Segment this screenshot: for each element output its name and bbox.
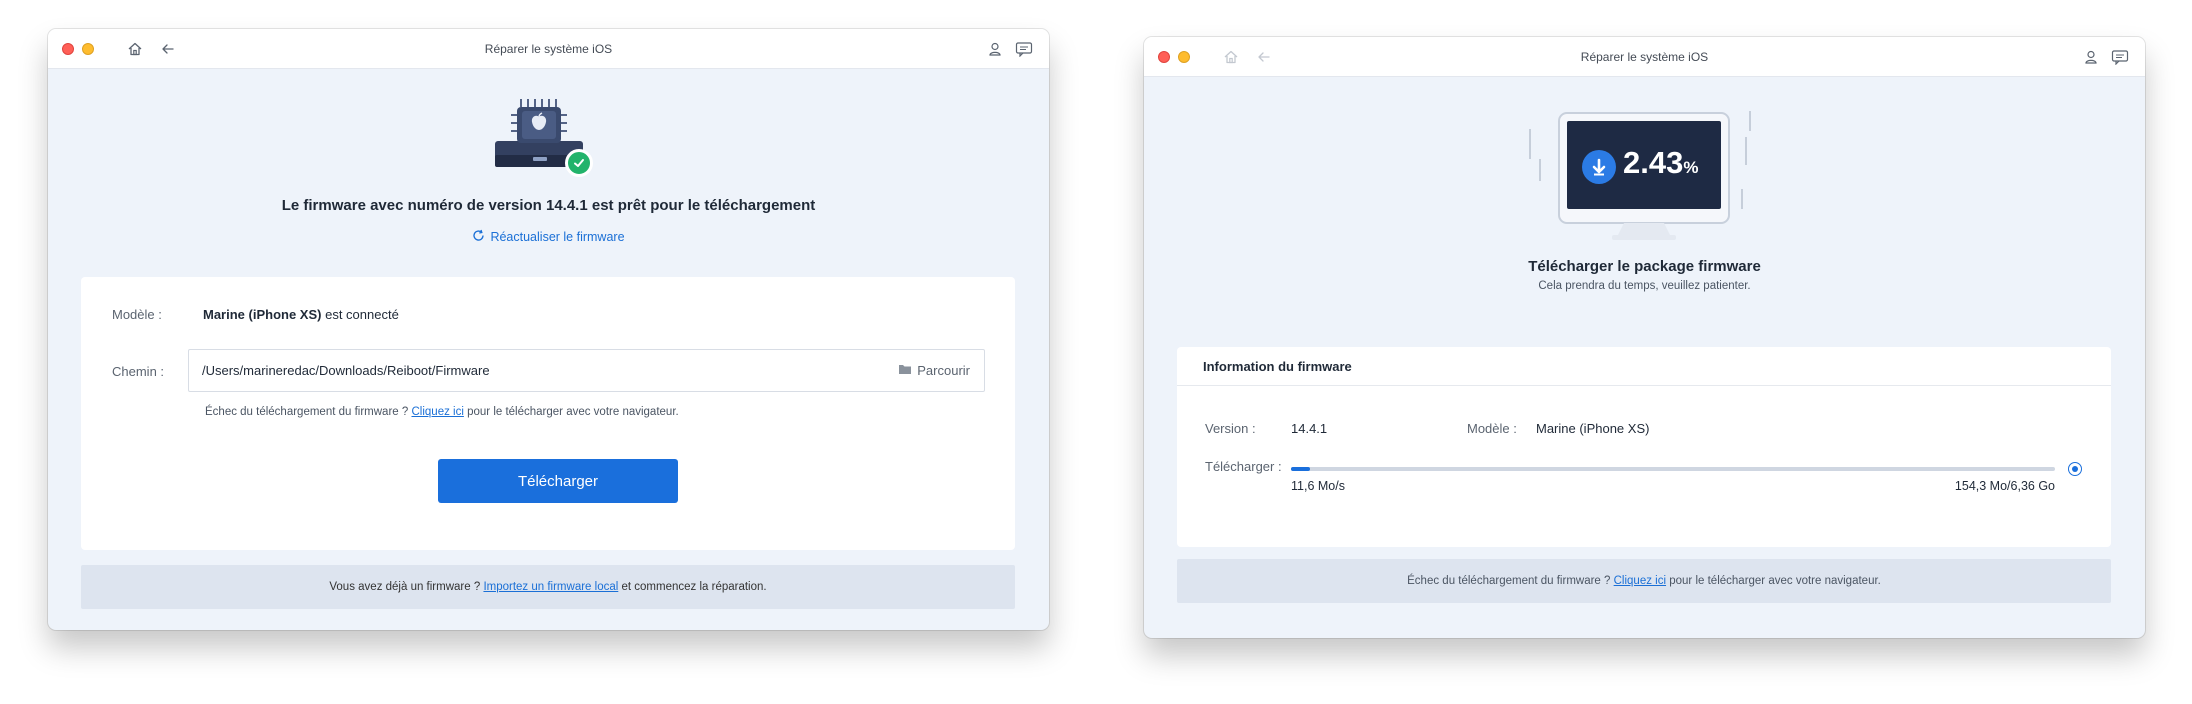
path-label: Chemin : <box>112 364 165 379</box>
pause-dot <box>2072 466 2078 472</box>
fail-text: Échec du téléchargement du firmware ? <box>1407 575 1611 587</box>
info-card-title: Information du firmware <box>1177 347 2111 386</box>
download-button[interactable]: Télécharger <box>438 459 678 503</box>
click-here-link[interactable]: Cliquez ici <box>1614 575 1666 587</box>
model-value: Marine (iPhone XS) est connecté <box>203 307 399 322</box>
firmware-ready-heading: Le firmware avec numéro de version 14.4.… <box>281 197 816 214</box>
model-name: Marine (iPhone XS) <box>203 307 322 322</box>
fail-text: Échec du téléchargement du firmware ? <box>205 406 409 418</box>
titlebar: Réparer le système iOS <box>1144 37 2145 77</box>
model-label: Modèle : <box>112 307 162 322</box>
progress-percent-sign: % <box>1683 158 1699 177</box>
firmware-path-input[interactable]: /Users/marineredac/Downloads/Reiboot/Fir… <box>188 349 985 392</box>
progress-percent-number: 2.43 <box>1623 145 1684 180</box>
refresh-icon <box>472 229 485 245</box>
firmware-details-card: Modèle : Marine (iPhone XS) est connecté… <box>81 277 1015 550</box>
download-progress-label: Télécharger : <box>1205 459 1282 474</box>
version-label: Version : <box>1205 421 1256 436</box>
window-title: Réparer le système iOS <box>1580 50 1709 64</box>
folder-icon <box>898 363 912 378</box>
fail-text-after: pour le télécharger avec votre navigateu… <box>467 406 679 418</box>
download-subheading: Cela prendra du temps, veuillez patiente… <box>1538 280 1751 292</box>
check-icon <box>565 149 593 177</box>
repair-window-downloading: Réparer le système iOS 2.43% Télécharger… <box>1144 37 2145 638</box>
download-speed: 11,6 Mo/s <box>1291 479 1345 493</box>
refresh-firmware-link[interactable]: Réactualiser le firmware <box>48 229 1049 245</box>
browse-button[interactable]: Parcourir <box>898 363 970 378</box>
refresh-firmware-label: Réactualiser le firmware <box>490 230 625 244</box>
browse-label: Parcourir <box>917 363 970 378</box>
click-here-link[interactable]: Cliquez ici <box>411 406 463 418</box>
chat-icon[interactable] <box>1014 39 1034 59</box>
version-value: 14.4.1 <box>1291 421 1328 436</box>
monitor-progress-illustration: 2.43% <box>1524 109 1764 249</box>
model-status: est connecté <box>325 307 399 322</box>
import-local-firmware-bar: Vous avez déjà un firmware ? Importez un… <box>81 565 1015 609</box>
user-icon[interactable] <box>985 39 1005 59</box>
firmware-chip-illustration <box>495 97 597 179</box>
model-label: Modèle : <box>1467 421 1517 436</box>
window-title: Réparer le système iOS <box>484 42 613 56</box>
footer-text: Vous avez déjà un firmware ? <box>329 581 481 593</box>
fail-text-after: pour le télécharger avec votre navigateu… <box>1669 575 1881 587</box>
user-icon[interactable] <box>2081 47 2101 67</box>
repair-window-firmware-ready: Réparer le système iOS Le firmware avec … <box>48 29 1049 630</box>
download-heading: Télécharger le package firmware <box>1528 258 1761 275</box>
titlebar: Réparer le système iOS <box>48 29 1049 69</box>
import-local-firmware-link[interactable]: Importez un firmware local <box>483 581 618 593</box>
firmware-info-card: Information du firmware Version : 14.4.1… <box>1177 347 2111 547</box>
download-progress-bar <box>1291 467 2055 471</box>
progress-percent-readout: 2.43% <box>1623 145 1698 181</box>
footer-text-after: et commencez la réparation. <box>621 581 767 593</box>
chat-icon[interactable] <box>2110 47 2130 67</box>
model-value: Marine (iPhone XS) <box>1536 421 1650 436</box>
download-arrow-icon <box>1582 150 1616 184</box>
pause-download-button[interactable] <box>2068 462 2082 476</box>
download-failure-bar: Échec du téléchargement du firmware ? Cl… <box>1177 559 2111 603</box>
download-progress-fill <box>1291 467 1310 471</box>
download-size: 154,3 Mo/6,36 Go <box>1954 479 2055 493</box>
firmware-path-value: /Users/marineredac/Downloads/Reiboot/Fir… <box>202 363 490 378</box>
download-failure-hint: Échec du téléchargement du firmware ? Cl… <box>205 406 679 418</box>
